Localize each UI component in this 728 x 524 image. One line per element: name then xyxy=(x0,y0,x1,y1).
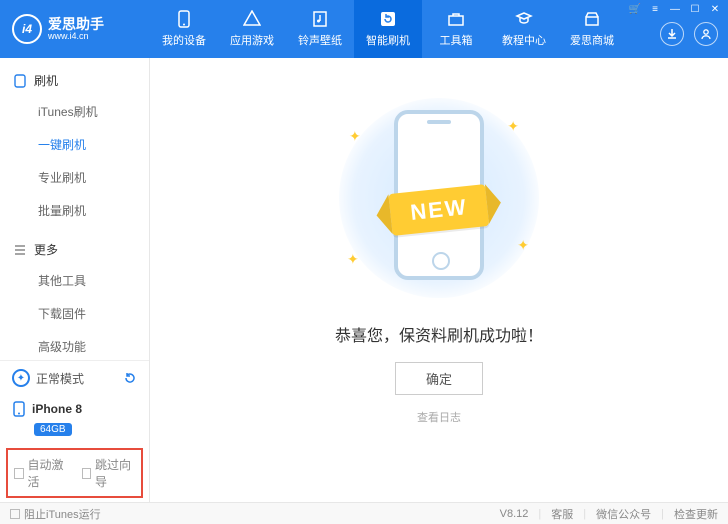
maximize-icon[interactable]: ☐ xyxy=(688,4,702,15)
congrats-text: 恭喜您，保资料刷机成功啦！ xyxy=(335,322,543,346)
sidebar-item-pro-flash[interactable]: 专业刷机 xyxy=(0,161,149,194)
checkbox-skip-guide[interactable]: 跳过向导 xyxy=(82,456,136,490)
view-log-link[interactable]: 查看日志 xyxy=(417,409,461,425)
ok-button[interactable]: 确定 xyxy=(395,362,483,395)
success-illustration: NEW ✦ ✦ ✦ ✦ xyxy=(319,98,559,298)
logo-badge: i4 xyxy=(12,14,42,44)
checkbox-icon xyxy=(14,468,24,479)
main-content: NEW ✦ ✦ ✦ ✦ 恭喜您，保资料刷机成功啦！ 确定 查看日志 xyxy=(150,58,728,502)
nav-label: 教程中心 xyxy=(502,32,546,48)
sparkle-icon: ✦ xyxy=(347,251,359,268)
user-icon xyxy=(699,27,713,41)
toolbox-icon xyxy=(447,10,465,28)
music-icon xyxy=(311,10,329,28)
menu-icon[interactable]: ≡ xyxy=(648,4,662,15)
user-button[interactable] xyxy=(694,22,718,46)
sidebar-item-batch-flash[interactable]: 批量刷机 xyxy=(0,194,149,227)
refresh-device-button[interactable] xyxy=(123,371,137,385)
nav-apps[interactable]: 应用游戏 xyxy=(218,0,286,58)
device-row[interactable]: iPhone 8 xyxy=(0,395,149,421)
nav-label: 工具箱 xyxy=(440,32,473,48)
checkbox-block-itunes[interactable]: 阻止iTunes运行 xyxy=(10,506,101,522)
cart-icon[interactable]: 🛒 xyxy=(628,4,642,15)
header-right xyxy=(660,12,728,46)
nav-device[interactable]: 我的设备 xyxy=(150,0,218,58)
sparkle-icon: ✦ xyxy=(517,237,529,254)
hamburger-icon xyxy=(14,244,28,256)
nav-label: 我的设备 xyxy=(162,32,206,48)
device-name: iPhone 8 xyxy=(32,402,82,416)
nav-toolbox[interactable]: 工具箱 xyxy=(422,0,490,58)
sidebar-group-more: 更多 其他工具 下载固件 高级功能 xyxy=(0,227,149,360)
sidebar: 刷机 iTunes刷机 一键刷机 专业刷机 批量刷机 更多 其他工具 xyxy=(0,58,150,502)
app-header: i4 爱思助手 www.i4.cn 我的设备 应用游戏 铃声壁纸 智能刷机 工具… xyxy=(0,0,728,58)
sparkle-icon: ✦ xyxy=(349,128,361,145)
sidebar-group-title: 刷机 xyxy=(34,72,58,89)
window-controls: 🛒 ≡ — ☐ ✕ xyxy=(628,4,722,15)
footer-link-support[interactable]: 客服 xyxy=(551,506,573,522)
sidebar-item-one-key-flash[interactable]: 一键刷机 xyxy=(0,128,149,161)
sidebar-group-flash: 刷机 iTunes刷机 一键刷机 专业刷机 批量刷机 xyxy=(0,58,149,227)
download-icon xyxy=(665,27,679,41)
nav-label: 智能刷机 xyxy=(366,32,410,48)
checkbox-label: 阻止iTunes运行 xyxy=(24,506,101,522)
checkbox-icon xyxy=(82,468,92,479)
status-bar: 阻止iTunes运行 V8.12 | 客服 | 微信公众号 | 检查更新 xyxy=(0,502,728,524)
footer-link-update[interactable]: 检查更新 xyxy=(674,506,718,522)
nav-label: 爱思商城 xyxy=(570,32,614,48)
top-nav: 我的设备 应用游戏 铃声壁纸 智能刷机 工具箱 教程中心 爱思商城 xyxy=(150,0,660,58)
tutorial-icon xyxy=(515,10,533,28)
close-icon[interactable]: ✕ xyxy=(708,4,722,15)
checkbox-auto-activate[interactable]: 自动激活 xyxy=(14,456,68,490)
app-name: 爱思助手 xyxy=(48,17,104,31)
download-button[interactable] xyxy=(660,22,684,46)
sidebar-item-other-tools[interactable]: 其他工具 xyxy=(0,264,149,297)
apps-icon xyxy=(243,10,261,28)
app-site: www.i4.cn xyxy=(48,31,104,42)
phone-icon xyxy=(175,10,193,28)
nav-flash[interactable]: 智能刷机 xyxy=(354,0,422,58)
device-phone-icon xyxy=(12,401,26,417)
checkbox-icon xyxy=(10,509,20,519)
sidebar-item-advanced[interactable]: 高级功能 xyxy=(0,330,149,360)
refresh-icon xyxy=(379,10,397,28)
sidebar-item-itunes-flash[interactable]: iTunes刷机 xyxy=(0,95,149,128)
flash-options-highlight: 自动激活 跳过向导 xyxy=(6,448,143,498)
app-logo: i4 爱思助手 www.i4.cn xyxy=(0,14,150,44)
nav-label: 铃声壁纸 xyxy=(298,32,342,48)
device-mode-label: 正常模式 xyxy=(36,370,84,387)
checkbox-label: 跳过向导 xyxy=(95,456,135,490)
sidebar-group-title: 更多 xyxy=(34,241,58,258)
device-mode-row: ✦ 正常模式 xyxy=(0,361,149,395)
store-icon xyxy=(583,10,601,28)
minimize-icon[interactable]: — xyxy=(668,4,682,15)
device-storage-badge: 64GB xyxy=(34,423,72,436)
nav-label: 应用游戏 xyxy=(230,32,274,48)
version-label: V8.12 xyxy=(500,508,529,520)
sparkle-icon: ✦ xyxy=(507,118,519,135)
mode-icon: ✦ xyxy=(12,369,30,387)
sidebar-item-download-fw[interactable]: 下载固件 xyxy=(0,297,149,330)
nav-ring[interactable]: 铃声壁纸 xyxy=(286,0,354,58)
nav-tutorial[interactable]: 教程中心 xyxy=(490,0,558,58)
footer-link-wechat[interactable]: 微信公众号 xyxy=(596,506,651,522)
phone-outline-icon xyxy=(14,74,28,88)
nav-store[interactable]: 爱思商城 xyxy=(558,0,626,58)
checkbox-label: 自动激活 xyxy=(28,456,68,490)
